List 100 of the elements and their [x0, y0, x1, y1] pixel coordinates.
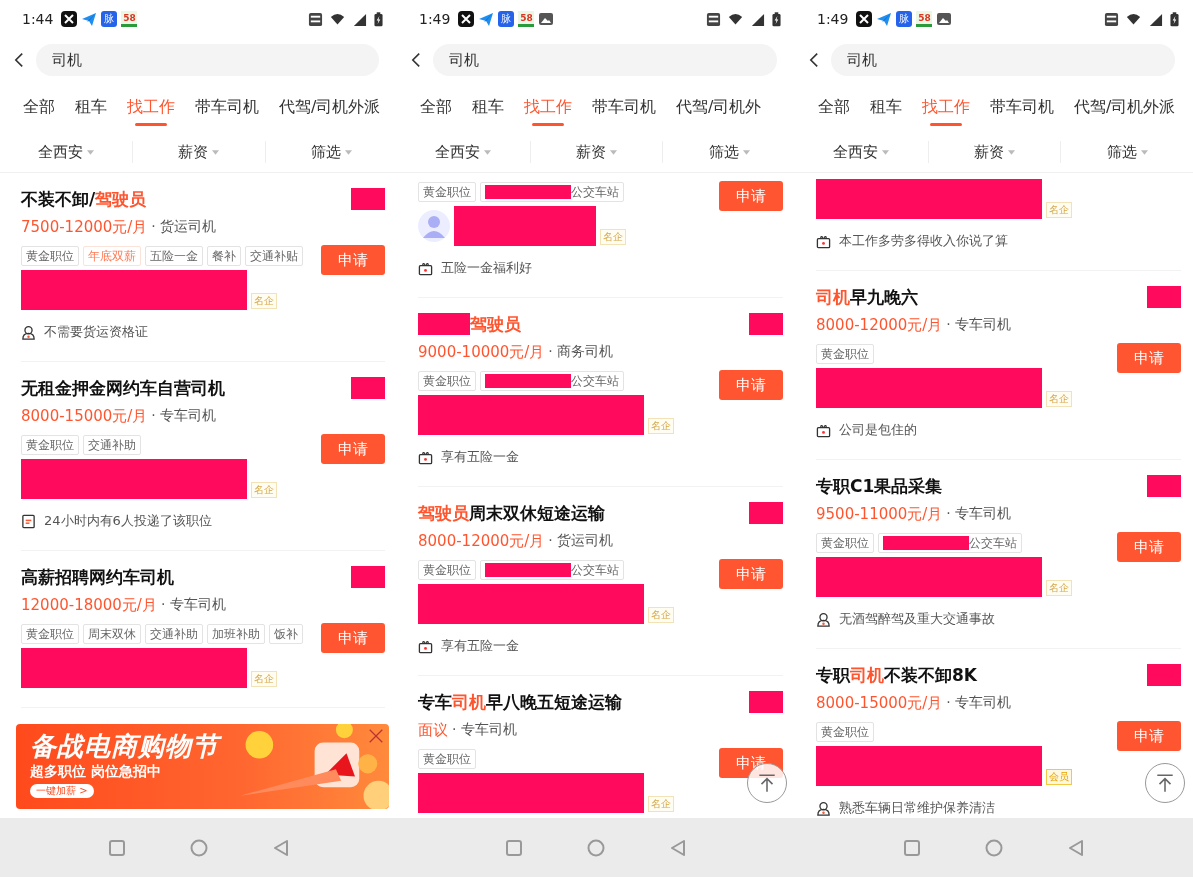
filter-dropdown[interactable]: 薪资	[132, 141, 265, 163]
filter-dropdown[interactable]: 薪资	[927, 141, 1061, 163]
caret-icon	[344, 149, 352, 155]
circle-icon[interactable]	[188, 837, 209, 858]
perk-text: 不需要货运资格证	[44, 323, 148, 341]
filter-dropdown[interactable]: 薪资	[529, 141, 663, 163]
job-tag: 交通补助	[83, 435, 141, 455]
circle-icon[interactable]	[586, 837, 606, 858]
search-field[interactable]: 司机	[433, 44, 777, 76]
perk-text: 五险一金福利好	[441, 259, 532, 277]
job-category: · 专车司机	[946, 505, 1012, 523]
tab[interactable]: 代驾/司机外	[676, 82, 762, 132]
job-category: · 专车司机	[160, 596, 226, 614]
status-time: 1:44	[22, 11, 54, 27]
app-icon: 58	[916, 11, 933, 27]
battery-icon	[374, 11, 383, 27]
app-icon	[856, 11, 873, 27]
wifi-icon	[1126, 11, 1141, 27]
job-tag: 黄金职位	[418, 749, 476, 769]
tab[interactable]: 带车司机	[990, 82, 1054, 132]
app-icon: 脉	[896, 11, 913, 27]
tag-text: 公交车站	[571, 562, 619, 579]
square-icon[interactable]	[504, 837, 524, 858]
company-badge: 名企	[251, 293, 277, 309]
salary: 8000-15000元/月	[816, 693, 943, 713]
job-category: · 专车司机	[946, 316, 1012, 334]
tab[interactable]: 代驾/司机外派	[279, 82, 381, 132]
search-field[interactable]: 司机	[831, 44, 1175, 76]
job-tag: 黄金职位	[816, 722, 874, 742]
job-tag: 黄金职位	[418, 560, 476, 580]
tab[interactable]: 租车	[870, 82, 902, 132]
circle-icon[interactable]	[984, 837, 1004, 858]
back-icon[interactable]	[809, 52, 819, 68]
company-badge: 名企	[1046, 391, 1072, 407]
salary: 8000-15000元/月	[21, 406, 148, 426]
job-category: · 专车司机	[946, 694, 1012, 712]
tab[interactable]: 全部	[23, 82, 55, 132]
perk-text: 享有五险一金	[441, 448, 519, 466]
redaction-block	[351, 377, 385, 399]
search-field[interactable]: 司机	[36, 44, 379, 76]
job-tag: 年底双薪	[83, 246, 141, 266]
tab[interactable]: 全部	[818, 82, 850, 132]
job-category: · 货运司机	[151, 218, 217, 236]
filter-dropdown[interactable]: 全西安	[0, 141, 133, 163]
gift-icon	[418, 449, 433, 465]
job-category: · 专车司机	[151, 407, 217, 425]
gift-icon	[816, 422, 831, 438]
gift-icon	[418, 638, 433, 654]
redaction-block	[1147, 664, 1181, 686]
caret-icon	[882, 149, 890, 155]
job-tag: 餐补	[207, 246, 241, 266]
job-tag: 黄金职位	[418, 371, 476, 391]
back-icon[interactable]	[14, 52, 24, 68]
tab[interactable]: 带车司机	[592, 82, 656, 132]
tab[interactable]: 租车	[75, 82, 107, 132]
company-badge: 名企	[600, 229, 626, 245]
company-badge: 名企	[648, 607, 674, 623]
job-tag: 黄金职位	[816, 533, 874, 553]
job-tag: 五险一金	[145, 246, 203, 266]
job-tag: 交通补贴	[245, 246, 303, 266]
app-icon: 脉	[498, 11, 515, 27]
signal-icon	[1148, 11, 1163, 27]
redaction-block	[749, 691, 783, 713]
battery-icon	[772, 11, 781, 27]
caret-icon	[610, 149, 617, 155]
paper-plane-icon	[81, 11, 98, 27]
gift-icon	[816, 233, 831, 249]
filter-dropdown[interactable]: 筛选	[264, 141, 397, 163]
company-badge: 名企	[251, 671, 277, 687]
status-time: 1:49	[817, 11, 849, 27]
filter-dropdown[interactable]: 全西安	[795, 141, 928, 163]
perk-text: 公司是包住的	[839, 421, 917, 439]
back-to-top-button[interactable]	[1145, 763, 1185, 803]
job-tag: 黄金职位	[21, 246, 79, 266]
salary: 面议	[418, 720, 448, 740]
redaction-block	[351, 188, 385, 210]
job-title: 司机早九晚六	[816, 285, 918, 309]
back-icon[interactable]	[411, 52, 421, 68]
redaction-block	[749, 502, 783, 524]
job-title: 驾驶员	[470, 312, 521, 336]
app-icon: 58	[518, 11, 535, 27]
tag-text: 公交车站	[571, 184, 619, 201]
filter-dropdown[interactable]: 筛选	[662, 141, 795, 163]
ad-banner[interactable]: 备战电商购物节 超多职位 岗位急招中 一键加薪 >	[16, 724, 389, 809]
square-icon[interactable]	[106, 837, 127, 858]
tab[interactable]: 带车司机	[195, 82, 259, 132]
filter-dropdown[interactable]: 全西安	[397, 141, 530, 163]
tab[interactable]: 全部	[420, 82, 452, 132]
redaction-block	[418, 313, 470, 335]
ad-action-button[interactable]: 一键加薪 >	[30, 784, 94, 798]
tag-text: 公交车站	[571, 373, 619, 390]
perk-text: 本工作多劳多得收入你说了算	[839, 232, 1008, 250]
tab[interactable]: 代驾/司机外派	[1074, 82, 1176, 132]
tab[interactable]: 租车	[472, 82, 504, 132]
redaction-block	[1147, 286, 1181, 308]
filter-dropdown[interactable]: 筛选	[1060, 141, 1193, 163]
square-icon[interactable]	[902, 837, 922, 858]
caret-icon	[87, 149, 95, 155]
close-icon[interactable]	[367, 727, 385, 745]
job-title: 不装不卸/驾驶员	[21, 187, 147, 211]
